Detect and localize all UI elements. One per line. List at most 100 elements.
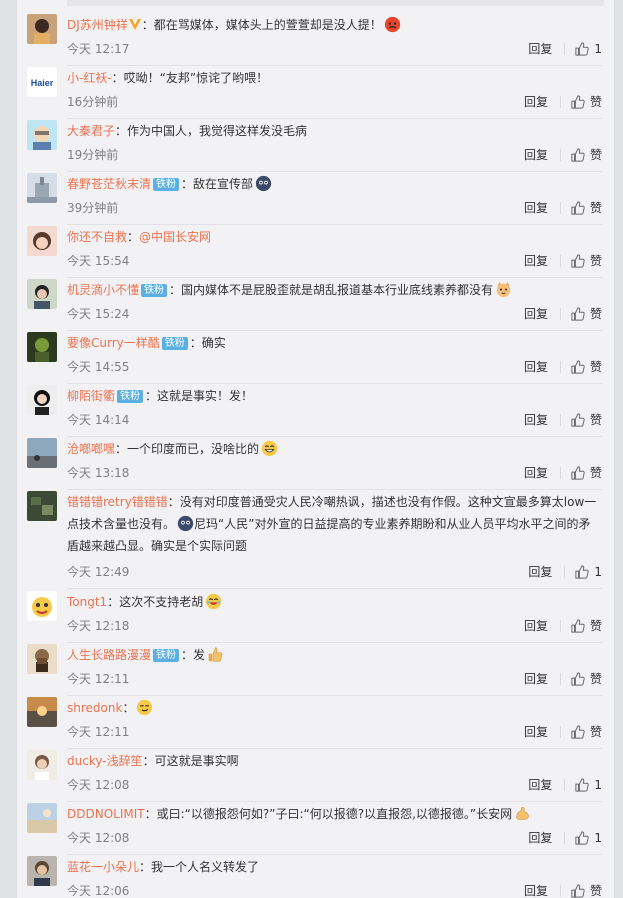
comment-meta: 16分钟前 回复 赞 bbox=[67, 92, 602, 112]
like-button[interactable]: 赞 bbox=[571, 92, 602, 112]
username-link[interactable]: 小-红袄- bbox=[67, 71, 112, 85]
action-divider bbox=[564, 779, 566, 791]
avatar[interactable] bbox=[27, 332, 57, 362]
action-divider bbox=[559, 202, 561, 214]
comment-text: 小-红袄-：哎呦！“友邦”惊诧了哟喂！ bbox=[67, 67, 602, 89]
avatar[interactable] bbox=[27, 120, 57, 150]
comment-body: shredonk： bbox=[67, 697, 602, 719]
comment-content: ：一个印度而已，没啥比的 bbox=[115, 442, 260, 456]
doge-emoji-icon bbox=[177, 515, 194, 532]
reply-button[interactable]: 回复 bbox=[528, 775, 552, 795]
comment-meta: 今天 12:08 回复 1 bbox=[67, 775, 602, 795]
reply-button[interactable]: 回复 bbox=[524, 616, 548, 636]
like-button[interactable]: 赞 bbox=[571, 669, 602, 689]
username-link[interactable]: 人生长路路漫漫 bbox=[67, 648, 151, 662]
username-link[interactable]: 机灵滴小不懂 bbox=[67, 283, 139, 297]
comment-actions: 回复 1 bbox=[528, 775, 602, 795]
avatar[interactable] bbox=[27, 173, 57, 203]
like-count: 1 bbox=[594, 778, 602, 792]
like-count: 赞 bbox=[589, 413, 602, 427]
reply-button[interactable]: 回复 bbox=[528, 828, 552, 848]
username-link[interactable]: 你还不自救 bbox=[67, 230, 127, 244]
username-link[interactable]: 春野苍茫秋末清 bbox=[67, 177, 151, 191]
comment-actions: 回复 1 bbox=[528, 562, 602, 582]
username-link[interactable]: 要像Curry一样酷 bbox=[67, 336, 160, 350]
reply-button[interactable]: 回复 bbox=[524, 722, 548, 742]
reply-button[interactable]: 回复 bbox=[524, 304, 548, 324]
reply-button[interactable]: 回复 bbox=[524, 357, 548, 377]
like-button[interactable]: 赞 bbox=[571, 881, 602, 898]
action-divider bbox=[564, 566, 566, 578]
reply-button[interactable]: 回复 bbox=[524, 463, 548, 483]
comment-time: 今天 15:54 bbox=[67, 254, 130, 268]
like-button[interactable]: 赞 bbox=[571, 463, 602, 483]
comment-text: 要像Curry一样酷 铁粉 ：确实 bbox=[67, 332, 602, 354]
reply-button[interactable]: 回复 bbox=[528, 562, 552, 582]
like-button[interactable]: 赞 bbox=[571, 304, 602, 324]
action-divider bbox=[559, 96, 561, 108]
avatar[interactable] bbox=[27, 644, 57, 674]
reply-button[interactable]: 回复 bbox=[524, 881, 548, 898]
avatar[interactable] bbox=[27, 591, 57, 621]
comment-time: 今天 13:18 bbox=[67, 466, 130, 480]
username-link[interactable]: 蓝花一小朵儿 bbox=[67, 860, 139, 874]
avatar[interactable] bbox=[27, 750, 57, 780]
avatar[interactable] bbox=[27, 491, 57, 521]
avatar[interactable] bbox=[27, 279, 57, 309]
comment-body: DDDNOLIMIT：或曰:“以德报怨何如?”子曰:“何以报德?以直报怨,以德报… bbox=[67, 803, 602, 825]
avatar[interactable] bbox=[27, 385, 57, 415]
username-link[interactable]: 错错错retry错错错 bbox=[67, 495, 168, 509]
username-link[interactable]: ducky-浅辞笙 bbox=[67, 754, 143, 768]
like-count: 赞 bbox=[589, 672, 602, 686]
comment-meta: 今天 15:54 回复 赞 bbox=[67, 251, 602, 271]
comment-meta: 今天 15:24 回复 赞 bbox=[67, 304, 602, 324]
username-link[interactable]: 沧啷啷嘿 bbox=[67, 442, 115, 456]
username-link[interactable]: DDDNOLIMIT bbox=[67, 807, 145, 821]
comment-meta: 39分钟前 回复 赞 bbox=[67, 198, 602, 218]
action-divider bbox=[559, 149, 561, 161]
avatar[interactable]: Haier bbox=[27, 67, 57, 97]
like-button[interactable]: 1 bbox=[575, 562, 602, 582]
username-link[interactable]: Tongt1 bbox=[67, 595, 107, 609]
like-button[interactable]: 赞 bbox=[571, 251, 602, 271]
comment-text: ducky-浅辞笙：可这就是事实啊 bbox=[67, 750, 602, 772]
username-link[interactable]: shredonk bbox=[67, 701, 122, 715]
username-link[interactable]: 柳陌街衢 bbox=[67, 389, 115, 403]
username-link[interactable]: 大秦君子 bbox=[67, 124, 115, 138]
comment-actions: 回复 赞 bbox=[524, 881, 602, 898]
thumbs-up-icon bbox=[571, 725, 585, 739]
mention-link[interactable]: @中国长安网 bbox=[139, 230, 211, 244]
avatar[interactable] bbox=[27, 438, 57, 468]
username-link[interactable]: DJ苏州钟祥 bbox=[67, 18, 128, 32]
like-button[interactable]: 1 bbox=[575, 828, 602, 848]
like-button[interactable]: 赞 bbox=[571, 410, 602, 430]
comment-divider bbox=[67, 330, 602, 331]
avatar[interactable] bbox=[27, 14, 57, 44]
reply-button[interactable]: 回复 bbox=[528, 39, 552, 59]
comment-text: 沧啷啷嘿：一个印度而已，没啥比的 bbox=[67, 438, 602, 460]
thumbs-up-icon bbox=[575, 778, 590, 792]
like-button[interactable]: 1 bbox=[575, 39, 602, 59]
like-count: 赞 bbox=[589, 619, 602, 633]
avatar[interactable] bbox=[27, 856, 57, 886]
avatar[interactable] bbox=[27, 803, 57, 833]
like-button[interactable]: 赞 bbox=[571, 357, 602, 377]
reply-button[interactable]: 回复 bbox=[524, 410, 548, 430]
comment-text: 春野苍茫秋末清 铁粉 ：敌在宣传部 bbox=[67, 173, 602, 195]
like-button[interactable]: 赞 bbox=[571, 145, 602, 165]
like-button[interactable]: 赞 bbox=[571, 616, 602, 636]
comment-meta: 19分钟前 回复 赞 bbox=[67, 145, 602, 165]
comment-text: 人生长路路漫漫 铁粉 ：发 bbox=[67, 644, 602, 666]
like-button[interactable]: 1 bbox=[575, 775, 602, 795]
reply-button[interactable]: 回复 bbox=[524, 669, 548, 689]
like-button[interactable]: 赞 bbox=[571, 722, 602, 742]
reply-button[interactable]: 回复 bbox=[524, 145, 548, 165]
like-count: 赞 bbox=[589, 95, 602, 109]
reply-button[interactable]: 回复 bbox=[524, 92, 548, 112]
avatar[interactable] bbox=[27, 697, 57, 727]
reply-button[interactable]: 回复 bbox=[524, 251, 548, 271]
like-button[interactable]: 赞 bbox=[571, 198, 602, 218]
angry-emoji-icon bbox=[384, 16, 400, 33]
reply-button[interactable]: 回复 bbox=[524, 198, 548, 218]
avatar[interactable] bbox=[27, 226, 57, 256]
